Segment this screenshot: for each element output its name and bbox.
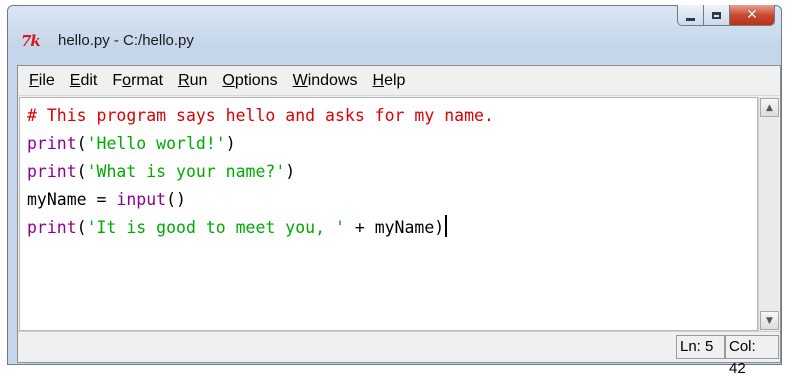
code-line: print('It is good to meet you, ' + myNam… [27, 214, 757, 242]
code-token-plain: ( [76, 134, 87, 153]
code-token-plain: () [166, 190, 186, 209]
scroll-down-button[interactable]: ▼ [760, 311, 779, 330]
code-token-string: 'What is your name?' [86, 162, 286, 181]
scroll-down-arrow-icon: ▼ [766, 315, 773, 326]
idle-editor-window: 7k hello.py - C:/hello.py ✕ File Edit Form… [7, 5, 782, 377]
code-token-builtin: input [116, 190, 167, 209]
vertical-scrollbar[interactable]: ▲ ▼ [758, 97, 779, 331]
status-column-number: Col: 42 [725, 335, 779, 377]
menu-format[interactable]: Format [112, 66, 163, 96]
code-line: print('Hello world!') [27, 130, 757, 158]
minimize-icon [686, 17, 695, 21]
code-token-builtin: print [27, 134, 77, 153]
menu-options[interactable]: Options [222, 66, 277, 96]
close-icon: ✕ [746, 7, 758, 23]
menu-file[interactable]: File [29, 66, 55, 96]
menu-run[interactable]: Run [178, 66, 207, 96]
close-button[interactable]: ✕ [730, 5, 774, 25]
code-token-comment: # This program says hello and asks for m… [27, 106, 494, 125]
code-token-plain: ) [225, 134, 236, 153]
code-token-builtin: print [27, 218, 77, 237]
menu-bar: File Edit Format Run Options Windows Help [18, 66, 780, 96]
window-controls: ✕ [677, 5, 775, 26]
code-line: # This program says hello and asks for m… [27, 102, 757, 130]
code-line: print('What is your name?') [27, 158, 757, 186]
menu-windows[interactable]: Windows [293, 66, 358, 96]
status-bar: Ln: 5 Col: 42 [18, 331, 780, 377]
code-editor[interactable]: # This program says hello and asks for m… [19, 97, 758, 331]
title-bar[interactable]: 7k hello.py - C:/hello.py ✕ [8, 5, 781, 64]
code-token-plain: ) [285, 162, 296, 181]
maximize-icon [712, 11, 721, 19]
code-token-string: 'Hello world!' [86, 134, 226, 153]
code-token-plain: ( [76, 162, 87, 181]
code-line: myName = input() [27, 186, 757, 214]
scroll-up-arrow-icon: ▲ [766, 102, 773, 113]
code-token-string: 'It is good to meet you, ' [86, 218, 345, 237]
window-title: hello.py - C:/hello.py [58, 32, 194, 49]
window-client-area: File Edit Format Run Options Windows Help # Th… [17, 65, 781, 377]
minimize-button[interactable] [678, 5, 704, 25]
maximize-button[interactable] [704, 5, 730, 25]
menu-edit[interactable]: Edit [70, 66, 98, 96]
code-token-plain: myName = [27, 190, 117, 209]
code-token-plain: + myName) [344, 218, 445, 237]
idle-app-icon: 7k [21, 32, 41, 50]
menu-help[interactable]: Help [373, 66, 406, 96]
code-token-plain: ( [76, 218, 87, 237]
scroll-up-button[interactable]: ▲ [760, 98, 779, 117]
code-token-builtin: print [27, 162, 77, 181]
status-line-number: Ln: 5 [676, 335, 725, 359]
text-cursor [445, 215, 448, 237]
